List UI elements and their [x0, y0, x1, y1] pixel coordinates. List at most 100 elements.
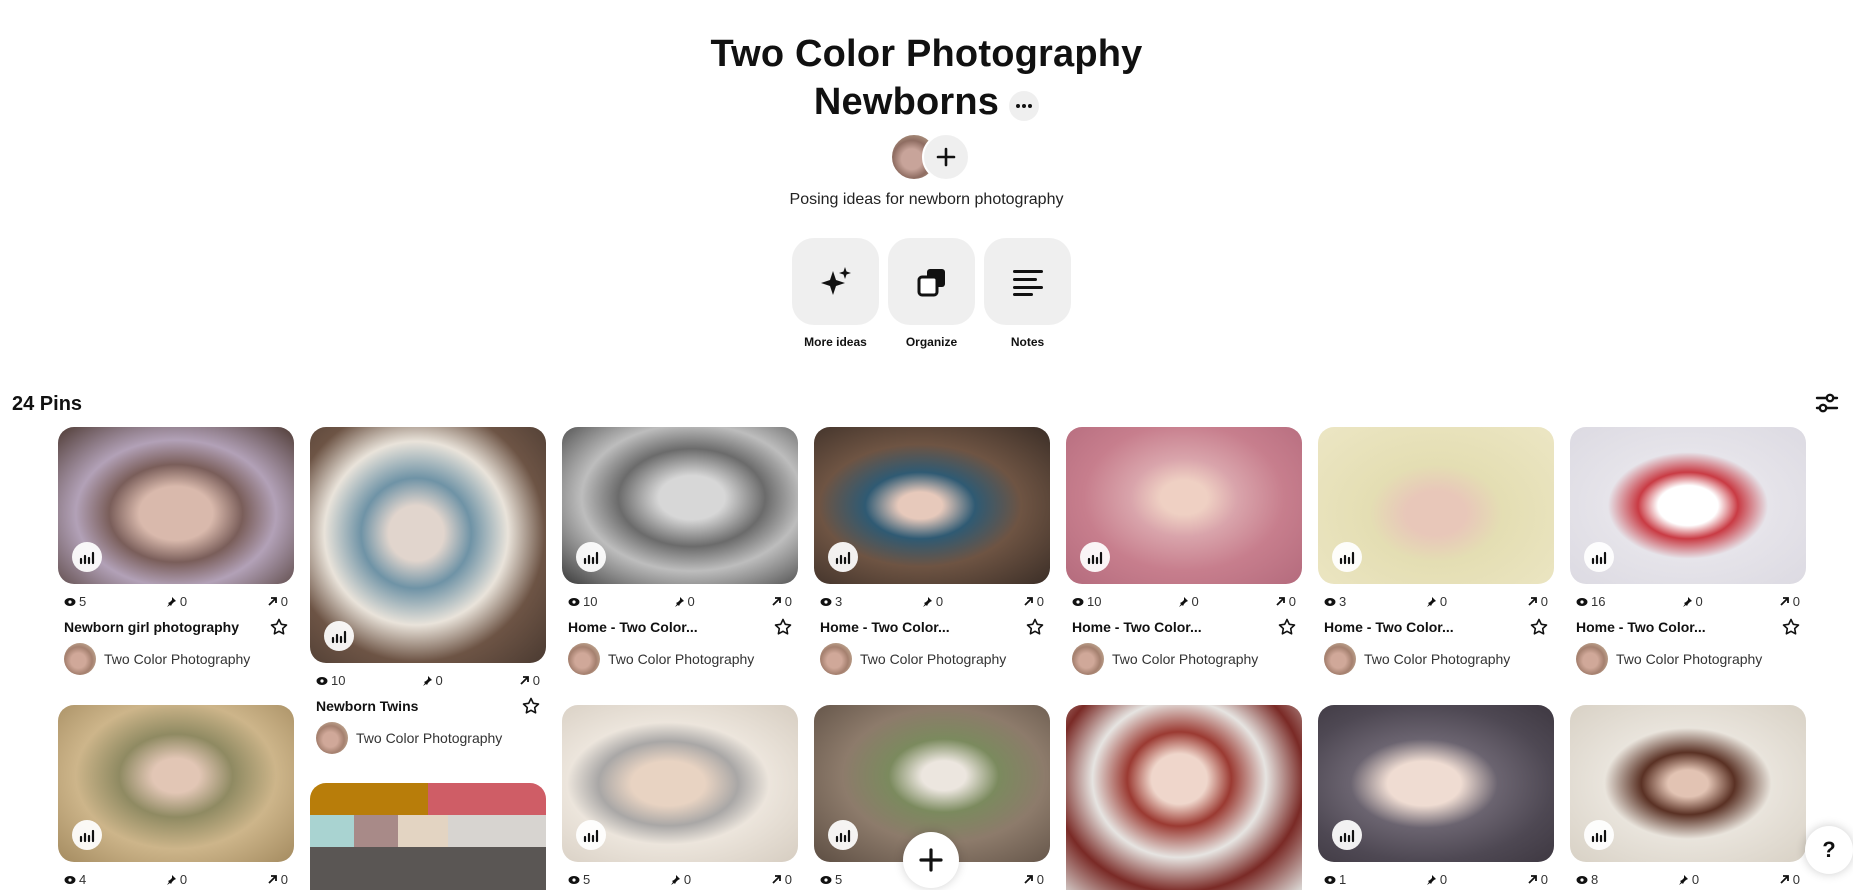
add-collaborator-button[interactable]	[922, 133, 970, 181]
help-button[interactable]: ?	[1805, 826, 1853, 874]
notes-button[interactable]	[984, 238, 1071, 325]
pin-title[interactable]: Home - Two Color...	[820, 619, 950, 635]
analytics-icon	[583, 829, 599, 843]
pin-stats-button[interactable]	[324, 621, 354, 651]
pin-image[interactable]	[58, 705, 294, 862]
star-icon[interactable]	[1530, 618, 1548, 636]
views-stat: 16	[1576, 594, 1605, 609]
pin-title[interactable]: Home - Two Color...	[1576, 619, 1706, 635]
pin-title[interactable]: Home - Two Color...	[1324, 619, 1454, 635]
star-icon[interactable]	[522, 697, 540, 715]
pin-image[interactable]	[562, 705, 798, 862]
owner-name[interactable]: Two Color Photography	[1616, 651, 1762, 667]
pin-image[interactable]	[1318, 705, 1554, 862]
pin-owner[interactable]: Two Color Photography	[58, 643, 294, 675]
pin-stats-button[interactable]	[576, 820, 606, 850]
arrow-up-right-icon	[268, 875, 277, 884]
pin-card[interactable]: 3 0 0 Home - Two Color... Two Color Phot…	[1318, 427, 1554, 675]
pin-image[interactable]	[814, 427, 1050, 584]
clicks-stat: 0	[1275, 594, 1296, 609]
pin-stats-button[interactable]	[72, 820, 102, 850]
pin-owner[interactable]: Two Color Photography	[814, 643, 1050, 675]
pin-card[interactable]: 4 0 0	[58, 705, 294, 887]
pin-card[interactable]: 1 0 0	[1318, 705, 1554, 887]
pin-title[interactable]: Newborn girl photography	[64, 619, 239, 635]
pin-card[interactable]: 10 0 0 Newborn Twins Two Color Photograp…	[310, 427, 546, 754]
organize-button[interactable]	[888, 238, 975, 325]
pin-owner[interactable]: Two Color Photography	[562, 643, 798, 675]
filter-button[interactable]	[1814, 390, 1840, 416]
owner-name[interactable]: Two Color Photography	[104, 651, 250, 667]
pin-owner[interactable]: Two Color Photography	[1570, 643, 1806, 675]
pin-card[interactable]: 5 0 0 Newborn girl photography Two Color…	[58, 427, 294, 675]
ellipsis-icon	[1016, 103, 1033, 108]
board-more-button[interactable]	[1009, 90, 1040, 121]
owner-avatar[interactable]	[1324, 643, 1356, 675]
pin-stats-button[interactable]	[1584, 542, 1614, 572]
owner-name[interactable]: Two Color Photography	[860, 651, 1006, 667]
pin-stats: 1 0 0	[1318, 872, 1554, 887]
pin-image[interactable]	[1570, 427, 1806, 584]
pin-card[interactable]: 8 0 0	[1570, 705, 1806, 887]
organize-action[interactable]: Organize	[888, 238, 975, 349]
pin-image[interactable]	[1570, 705, 1806, 862]
color-palette-pin[interactable]	[310, 783, 546, 890]
eye-icon	[1576, 875, 1588, 884]
sparkle-icon	[820, 266, 851, 295]
pin-card[interactable]: 3 0 0 Home - Two Color... Two Color Phot…	[814, 427, 1050, 675]
arrow-up-right-icon	[1024, 875, 1033, 884]
pin-stats-button[interactable]	[72, 542, 102, 572]
saves-stat: 0	[166, 594, 187, 609]
pin-title[interactable]: Home - Two Color...	[1072, 619, 1202, 635]
pins-count: 24 Pins	[12, 393, 83, 415]
pin-owner[interactable]: Two Color Photography	[1066, 643, 1302, 675]
more-ideas-action[interactable]: More ideas	[792, 238, 879, 349]
pin-owner[interactable]: Two Color Photography	[310, 722, 546, 754]
star-icon[interactable]	[1782, 618, 1800, 636]
pin-image[interactable]	[1066, 705, 1302, 890]
owner-avatar[interactable]	[1576, 643, 1608, 675]
more-ideas-button[interactable]	[792, 238, 879, 325]
star-icon[interactable]	[270, 618, 288, 636]
notes-action[interactable]: Notes	[984, 238, 1071, 349]
pin-card[interactable]: 10 0 0 Home - Two Color... Two Color Pho…	[562, 427, 798, 675]
pin-stats-button[interactable]	[1332, 820, 1362, 850]
pin-owner[interactable]: Two Color Photography	[1318, 643, 1554, 675]
pin-stats-button[interactable]	[1584, 820, 1614, 850]
create-pin-button[interactable]	[903, 832, 959, 888]
pin-stats-button[interactable]	[576, 542, 606, 572]
star-icon[interactable]	[1278, 618, 1296, 636]
owner-name[interactable]: Two Color Photography	[1364, 651, 1510, 667]
pin-card[interactable]: 10 0 0 Home - Two Color... Two Color Pho…	[1066, 427, 1302, 675]
eye-icon	[64, 597, 76, 606]
clicks-stat: 0	[1527, 594, 1548, 609]
owner-avatar[interactable]	[64, 643, 96, 675]
pin-image[interactable]	[58, 427, 294, 584]
owner-name[interactable]: Two Color Photography	[1112, 651, 1258, 667]
pin-card[interactable]: 5 0 0	[562, 705, 798, 887]
star-icon[interactable]	[1026, 618, 1044, 636]
views-stat: 10	[316, 673, 345, 688]
pin-image[interactable]	[310, 427, 546, 663]
owner-name[interactable]: Two Color Photography	[608, 651, 754, 667]
pin-image[interactable]	[1066, 427, 1302, 584]
owner-avatar[interactable]	[820, 643, 852, 675]
analytics-icon	[1339, 551, 1355, 565]
pin-icon	[166, 597, 176, 607]
pin-title[interactable]: Newborn Twins	[316, 698, 418, 714]
pin-card[interactable]: 16 0 0 Home - Two Color... Two Color Pho…	[1570, 427, 1806, 675]
pin-stats-button[interactable]	[828, 820, 858, 850]
pin-stats-button[interactable]	[1080, 542, 1110, 572]
owner-avatar[interactable]	[568, 643, 600, 675]
owner-avatar[interactable]	[316, 722, 348, 754]
pin-title[interactable]: Home - Two Color...	[568, 619, 698, 635]
pin-image[interactable]	[562, 427, 798, 584]
owner-name[interactable]: Two Color Photography	[356, 730, 502, 746]
pin-image[interactable]	[1318, 427, 1554, 584]
eye-icon	[316, 676, 328, 685]
owner-avatar[interactable]	[1072, 643, 1104, 675]
pin-stats-button[interactable]	[1332, 542, 1362, 572]
pin-card[interactable]	[1066, 705, 1302, 890]
star-icon[interactable]	[774, 618, 792, 636]
pin-stats-button[interactable]	[828, 542, 858, 572]
